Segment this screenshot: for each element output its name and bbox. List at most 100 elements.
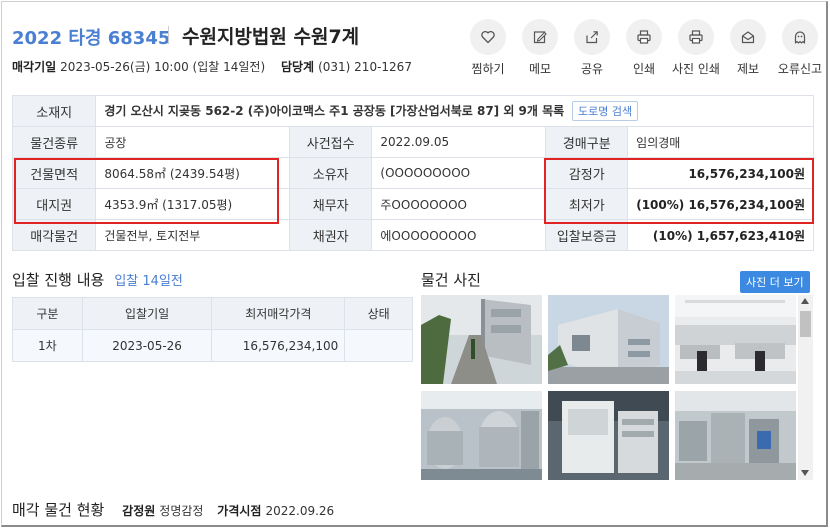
scroll-up-arrow-icon[interactable] [801,298,809,304]
header-divider [168,26,169,44]
table-row: 1차 2023-05-26 16,576,234,100 [12,329,413,362]
bidding-title: 입찰 진행 내용 [12,271,105,289]
report-icon [730,19,766,55]
received-value: 2022.09.05 [371,126,547,158]
min-price-cell: (100%) 16,576,234,100원 [627,188,814,220]
date-cell: 2023-05-26 [81,329,213,362]
road-name-search-button[interactable]: 도로명 검색 [572,101,639,121]
photos-section-title: 물건 사진 [421,271,481,289]
share-button[interactable]: 공유 [566,19,618,77]
appraisal-value: 16,576,234,100원 [627,157,814,189]
location-cell: 경기 오산시 지곶동 562-2 (주)아이코맥스 주1 공장동 [가장산업서북… [95,95,814,127]
owner-label: 소유자 [288,157,373,189]
photo-thumbnail[interactable] [548,295,669,384]
location-label: 소재지 [11,95,97,127]
sale-date-line: 매각기일 2023-05-26(금) 10:00 (입찰 14일전) 담당계 (03… [12,58,412,75]
report-button[interactable]: 제보 [722,19,774,77]
sale-date-label: 매각기일 [12,60,57,74]
price-date-label: 가격시점 [217,504,262,518]
scroll-thumb[interactable] [800,311,811,337]
appraisal-label: 감정가 [545,157,629,189]
location-row: 소재지 경기 오산시 지곶동 562-2 (주)아이코맥스 주1 공장동 [가장… [11,95,814,127]
appraiser-value: 정명감정 [159,504,204,518]
price-date-value: 2022.09.26 [265,504,335,518]
auction-kind-value: 임의경매 [627,126,814,158]
land-right-label: 대지권 [11,188,97,220]
photo-thumbnail[interactable] [675,391,796,480]
more-photos-button[interactable]: 사진 더 보기 [740,271,810,293]
min-price-label: 최저가 [545,188,629,220]
building-area-value: 8064.58㎡ (2439.54평) [95,157,290,189]
col-min-price: 최저매각가격 [211,297,346,330]
error-report-label: 오류신고 [777,62,823,76]
photo-thumbnail[interactable] [548,391,669,480]
error-report-button[interactable]: 오류신고 [774,19,826,77]
col-status: 상태 [344,297,413,330]
error-report-icon [782,19,818,55]
report-label: 제보 [736,62,760,76]
appraiser-label: 감정원 [122,504,156,518]
status-cell [344,329,413,362]
photo-scrollbar[interactable] [798,295,813,480]
bidding-table: 구분 입찰기일 최저매각가격 상태 1차 2023-05-26 16,576,2… [12,297,413,362]
court-name: 수원지방법원 수원7계 [182,26,360,48]
sale-items-value: 건물전부, 토지전부 [95,219,290,251]
land-right-value: 4353.9㎡ (1317.05평) [95,188,290,220]
min-price-value: 16,576,234,100원 [688,197,805,212]
deposit-label: 입찰보증금 [545,219,629,251]
memo-label: 메모 [528,62,552,76]
property-info-table: 소재지 경기 오산시 지곶동 562-2 (주)아이코맥스 주1 공장동 [가장… [11,95,814,251]
debtor-label: 채무자 [288,188,373,220]
dept-label: 담당계 [280,60,315,74]
sale-status-title: 매각 물건 현황 [12,501,105,519]
creditor-label: 채권자 [288,219,373,251]
price-cell: 16,576,234,100 [211,329,346,362]
photo-thumbnail[interactable] [675,295,796,384]
sale-status-header: 매각 물건 현황 감정원 정명감정 가격시점 2022.09.26 [12,499,344,520]
print-button[interactable]: 인쇄 [618,19,670,77]
creditor-value: 에OOOOOOOOO [371,219,547,251]
photo-print-icon [678,19,714,55]
print-label: 인쇄 [632,62,656,76]
owner-value: (OOOOOOOOO [371,157,547,189]
building-area-label: 건물면적 [11,157,97,189]
share-icon [574,19,610,55]
auction-detail-panel: 2022 타경 68345 수원지방법원 수원7계 매각기일 2023-05-26… [1,1,828,527]
type-label: 물건종류 [11,126,97,158]
photo-thumbnail[interactable] [421,391,542,480]
favorite-button[interactable]: 찜하기 [462,19,514,77]
sale-items-label: 매각물건 [11,219,97,251]
sale-date-value: 2023-05-26(금) 10:00 (입찰 14일전) [60,60,266,74]
bidding-section-title: 입찰 진행 내용 입찰 14일전 [12,269,183,290]
photo-grid [421,295,797,480]
min-price-percent: (100%) [636,197,685,212]
favorite-label: 찜하기 [471,62,505,76]
debtor-value: 주OOOOOOOO [371,188,547,220]
type-value: 공장 [95,126,290,158]
building-area-row: 건물면적 8064.58㎡ (2439.54평) 소유자 (OOOOOOOOO … [11,157,814,189]
col-date: 입찰기일 [81,297,213,330]
deposit-value: (10%) 1,657,623,410원 [627,219,814,251]
memo-icon [522,19,558,55]
sale-items-row: 매각물건 건물전부, 토지전부 채권자 에OOOOOOOOO 입찰보증금 (10… [11,219,814,251]
bidding-days-left: 입찰 14일전 [114,274,183,289]
photo-thumbnail[interactable] [421,295,542,384]
auction-kind-label: 경매구분 [545,126,629,158]
action-toolbar: 찜하기 메모 공유 인쇄 사진 인쇄 제보 오류신고 [462,19,826,77]
memo-button[interactable]: 메모 [514,19,566,77]
land-right-row: 대지권 4353.9㎡ (1317.05평) 채무자 주OOOOOOOO 최저가… [11,188,814,220]
type-row: 물건종류 공장 사건접수 2022.09.05 경매구분 임의경매 [11,126,814,158]
location-value: 경기 오산시 지곶동 562-2 (주)아이코맥스 주1 공장동 [가장산업서북… [104,104,565,118]
received-label: 사건접수 [288,126,373,158]
scroll-down-arrow-icon[interactable] [801,470,809,476]
round-cell: 1차 [12,329,83,362]
heart-icon [470,19,506,55]
print-icon [626,19,662,55]
case-number: 2022 타경 68345 [12,28,171,49]
dept-phone: (031) 210-1267 [318,60,412,74]
bidding-header-row: 구분 입찰기일 최저매각가격 상태 [12,297,413,330]
photo-print-button[interactable]: 사진 인쇄 [670,19,722,77]
photo-print-label: 사진 인쇄 [672,62,720,76]
share-label: 공유 [580,62,604,76]
col-round: 구분 [12,297,83,330]
